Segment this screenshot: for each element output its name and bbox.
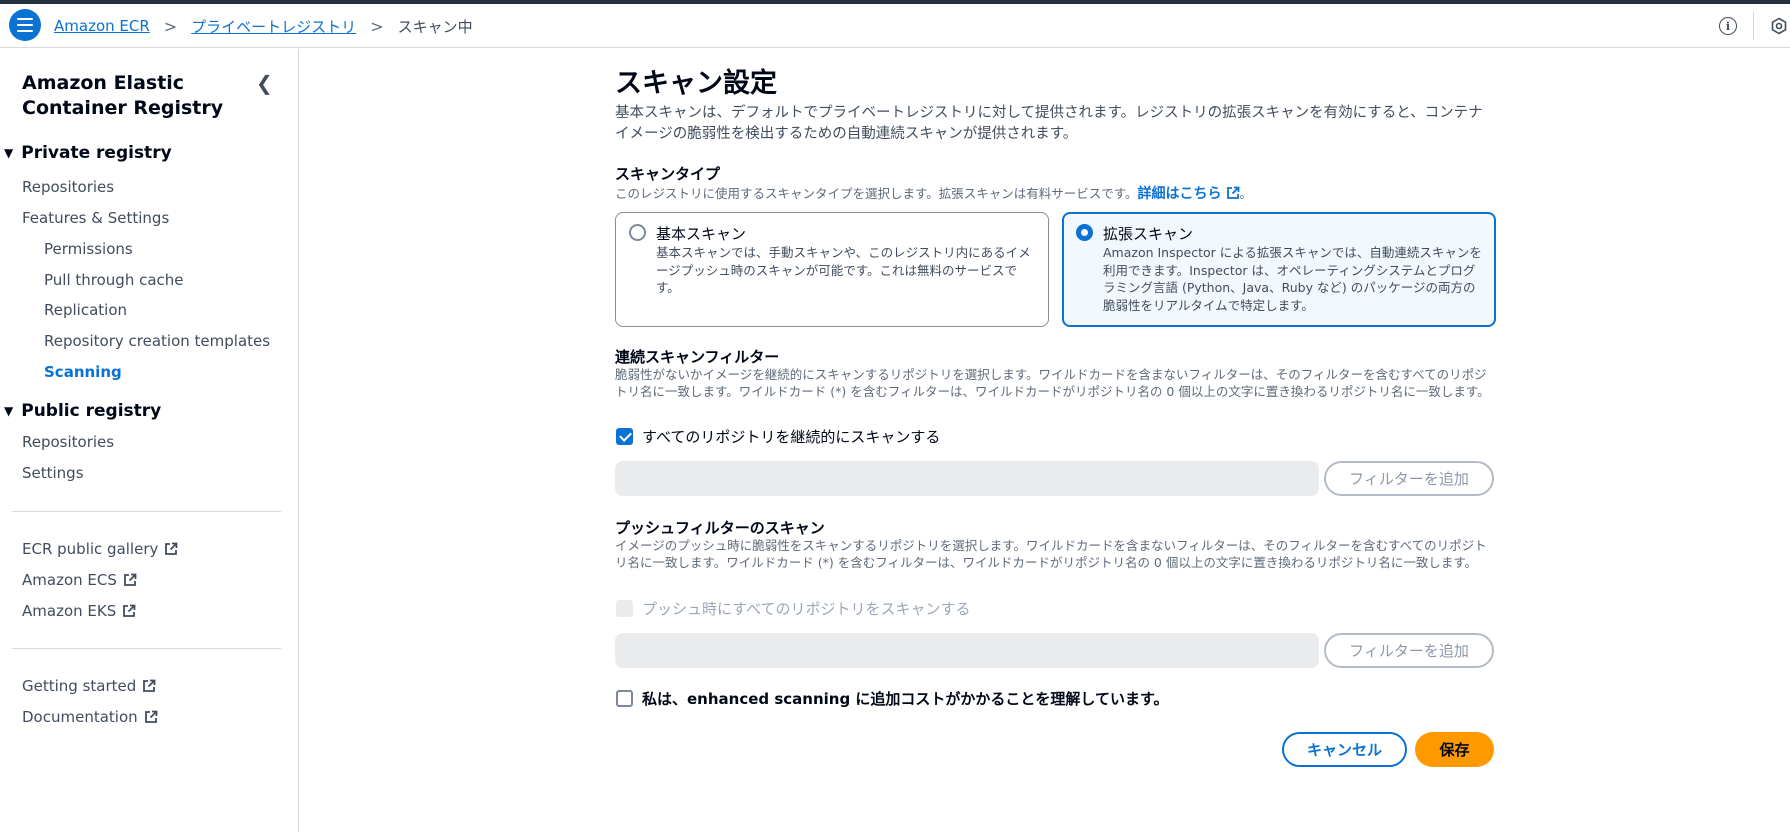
settings-hexagon-icon[interactable] — [1770, 17, 1788, 35]
push-filter-description: イメージのプッシュ時に脆弱性をスキャンするリポジトリを選択します。ワイルドカード… — [615, 538, 1487, 570]
scan-type-description: このレジストリに使用するスキャンタイプを選択します。拡張スキャンは有料サービスで… — [615, 185, 1490, 203]
link-label: Amazon ECS — [22, 571, 117, 589]
learn-more-link[interactable]: 詳細はこちら — [1138, 186, 1240, 202]
chevron-left-icon[interactable]: ❮ — [256, 71, 273, 95]
main-content: スキャン設定 基本スキャンは、デフォルトでプライベートレジストリに対して提供され… — [300, 49, 1790, 832]
external-link-icon — [143, 679, 156, 692]
save-button[interactable]: 保存 — [1415, 732, 1494, 767]
enhanced-scan-radio[interactable] — [1076, 224, 1093, 241]
chevron-right-icon: > — [163, 16, 178, 36]
scan-type-label: スキャンタイプ — [615, 165, 721, 183]
sidebar-section-private-registry[interactable]: ▼ Private registry — [4, 143, 172, 163]
enhanced-scan-description: Amazon Inspector による拡張スキャンでは、自動連続スキャンを利用… — [1103, 245, 1482, 313]
divider — [1753, 12, 1754, 40]
sidebar-section-public-registry[interactable]: ▼ Public registry — [4, 401, 161, 421]
continuous-filter-label: 連続スキャンフィルター — [615, 348, 780, 366]
info-icon[interactable]: i — [1719, 17, 1737, 35]
sidebar-item-replication[interactable]: Replication — [44, 301, 127, 319]
menu-icon[interactable] — [9, 9, 41, 41]
continuous-scan-all-label: すべてのリポジトリを継続的にスキャンする — [642, 428, 941, 446]
basic-scan-radio[interactable] — [629, 224, 646, 241]
sidebar-item-permissions[interactable]: Permissions — [44, 240, 133, 258]
external-link-icon — [144, 710, 158, 723]
basic-scan-description: 基本スキャンでは、手動スキャンや、このレジストリ内にあるイメージプッシュ時のスキ… — [656, 245, 1031, 295]
link-label: Amazon EKS — [22, 602, 117, 620]
acknowledge-cost-label: 私は、enhanced scanning に追加コストがかかることを理解していま… — [642, 690, 1169, 708]
link-label: Documentation — [22, 708, 138, 726]
sidebar-link-getting-started[interactable]: Getting started — [22, 677, 156, 695]
enhanced-scan-title: 拡張スキャン — [1103, 225, 1194, 243]
section-label: Public registry — [21, 401, 162, 421]
basic-scan-title: 基本スキャン — [656, 225, 747, 243]
scan-type-desc-text: このレジストリに使用するスキャンタイプを選択します。拡張スキャンは有料サービスで… — [615, 186, 1138, 201]
trailing-punct: 。 — [1239, 186, 1253, 201]
continuous-filter-input[interactable] — [615, 461, 1319, 496]
push-filter-input[interactable] — [615, 633, 1319, 668]
sidebar-link-amazon-ecs[interactable]: Amazon ECS — [22, 571, 137, 589]
breadcrumb-private-registry[interactable]: プライベートレジストリ — [191, 16, 356, 37]
cancel-button[interactable]: キャンセル — [1282, 732, 1407, 767]
external-link-icon — [1226, 186, 1239, 199]
continuous-filter-description: 脆弱性がないかイメージを継続的にスキャンするリポジトリを選択します。ワイルドカー… — [615, 367, 1490, 399]
sidebar-link-documentation[interactable]: Documentation — [22, 708, 158, 726]
push-filter-label: プッシュフィルターのスキャン — [615, 519, 825, 537]
continuous-add-filter-button[interactable]: フィルターを追加 — [1324, 461, 1494, 496]
breadcrumb-current: スキャン中 — [397, 17, 473, 36]
top-bar: Amazon ECR > プライベートレジストリ > スキャン中 i — [0, 4, 1790, 48]
sidebar-title: Amazon Elastic Container Registry — [22, 72, 224, 119]
breadcrumb-amazon-ecr[interactable]: Amazon ECR — [54, 17, 150, 35]
top-icons: i — [1719, 4, 1790, 48]
sidebar: Amazon Elastic Container Registry ❮ ▼ Pr… — [0, 49, 299, 832]
sidebar-item-public-settings[interactable]: Settings — [22, 464, 84, 482]
push-add-filter-button[interactable]: フィルターを追加 — [1324, 633, 1494, 668]
sidebar-link-ecr-public-gallery[interactable]: ECR public gallery — [22, 540, 178, 558]
basic-scan-tile[interactable]: 基本スキャン 基本スキャンでは、手動スキャンや、このレジストリ内にあるイメージプ… — [615, 212, 1049, 327]
learn-more-label: 詳細はこちら — [1137, 186, 1222, 202]
continuous-scan-all-checkbox[interactable] — [616, 428, 633, 445]
enhanced-scan-tile[interactable]: 拡張スキャン Amazon Inspector による拡張スキャンでは、自動連続… — [1062, 212, 1496, 327]
sidebar-divider — [12, 648, 281, 649]
external-link-icon — [123, 573, 137, 586]
chevron-right-icon: > — [370, 16, 384, 36]
push-scan-all-label: プッシュ時にすべてのリポジトリをスキャンする — [642, 600, 971, 618]
sidebar-divider — [12, 511, 281, 512]
sidebar-item-scanning[interactable]: Scanning — [44, 363, 122, 381]
sidebar-item-pull-through-cache[interactable]: Pull through cache — [44, 271, 184, 289]
sidebar-item-public-repositories[interactable]: Repositories — [22, 433, 114, 451]
sidebar-item-features-settings[interactable]: Features & Settings — [22, 209, 169, 227]
link-label: Getting started — [22, 677, 137, 695]
external-link-icon — [123, 604, 136, 617]
push-scan-all-checkbox[interactable] — [616, 600, 633, 617]
breadcrumb: Amazon ECR > プライベートレジストリ > スキャン中 — [54, 4, 473, 48]
page-title: スキャン設定 — [615, 68, 777, 99]
section-label: Private registry — [21, 143, 172, 163]
external-link-icon — [165, 542, 178, 555]
link-label: ECR public gallery — [22, 540, 159, 558]
sidebar-link-amazon-eks[interactable]: Amazon EKS — [22, 602, 136, 620]
caret-down-icon: ▼ — [4, 404, 14, 418]
acknowledge-cost-checkbox[interactable] — [616, 690, 633, 707]
caret-down-icon: ▼ — [4, 146, 14, 160]
sidebar-item-repositories[interactable]: Repositories — [22, 178, 114, 196]
sidebar-item-repository-creation-templates[interactable]: Repository creation templates — [44, 332, 270, 350]
page-description: 基本スキャンは、デフォルトでプライベートレジストリに対して提供されます。レジスト… — [615, 105, 1483, 142]
